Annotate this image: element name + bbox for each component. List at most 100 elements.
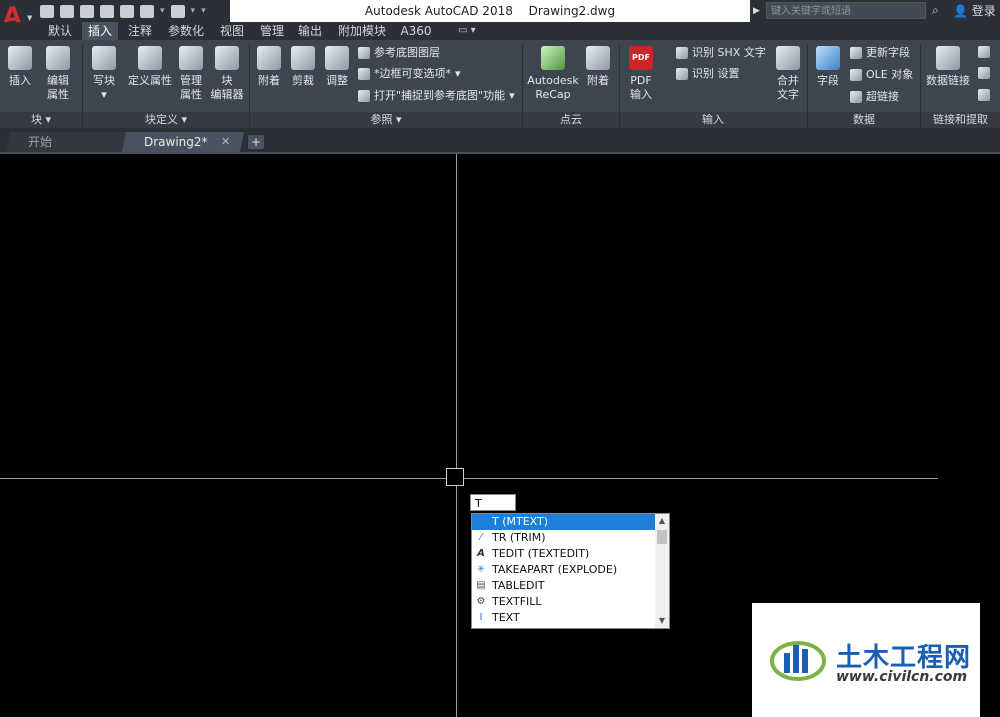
attach-point-cloud-button[interactable]: 附着 — [582, 46, 614, 88]
suggestion-trim[interactable]: ⁄ TR (TRIM) — [472, 530, 655, 546]
suggestion-text[interactable]: Ⅰ TEXT — [472, 610, 655, 626]
download-link-button[interactable] — [978, 89, 990, 101]
chevron-down-icon: ▾ — [509, 89, 515, 102]
panel-title-linking: 链接和提取 — [933, 113, 988, 126]
command-suggestion-list: T (MTEXT) ⁄ TR (TRIM) A TEDIT (TEXTEDIT)… — [471, 513, 670, 629]
insert-block-icon — [8, 46, 32, 70]
recognize-settings-icon — [676, 68, 688, 80]
tab-parametric[interactable]: 参数化 — [162, 22, 210, 40]
chevron-down-icon: ▾ — [455, 67, 461, 80]
adjust-button[interactable]: 调整 — [322, 46, 352, 88]
pdf-import-button[interactable]: PDF PDF 输入 — [624, 46, 658, 102]
data-link-button[interactable]: 数据链接 — [924, 46, 972, 88]
redo-dropdown-icon[interactable]: ▾ — [191, 6, 196, 16]
panel-title-reference[interactable]: 参照 ▾ — [250, 112, 522, 128]
download-link-icon — [978, 89, 990, 101]
suggestion-mtext[interactable]: T (MTEXT) — [472, 514, 655, 530]
tab-manage[interactable]: 管理 — [254, 22, 290, 40]
shx-recognize-icon — [676, 47, 688, 59]
tab-output[interactable]: 输出 — [292, 22, 328, 40]
recognize-settings-button[interactable]: 识别 设置 — [676, 67, 740, 81]
sign-in-label: 登录 — [971, 4, 996, 18]
undo-icon[interactable] — [140, 4, 154, 18]
edit-attribute-icon — [46, 46, 70, 70]
extract-data-button[interactable] — [978, 46, 990, 58]
tab-annotate[interactable]: 注释 — [120, 22, 160, 40]
binoculars-icon[interactable]: ⌕ — [932, 3, 946, 17]
chevron-down-icon: ▾ — [101, 88, 107, 101]
tab-view[interactable]: 视图 — [212, 22, 252, 40]
hyperlink-button[interactable]: 超链接 — [850, 90, 899, 104]
panel-title-block[interactable]: 块 ▾ — [0, 112, 82, 128]
tab-addins[interactable]: 附加模块 — [334, 22, 390, 40]
tab-a360[interactable]: A360 — [394, 22, 438, 40]
explode-icon: ✳ — [476, 564, 486, 575]
close-icon[interactable]: ✕ — [221, 132, 230, 152]
ole-object-button[interactable]: OLE 对象 — [850, 68, 913, 82]
recognize-shx-text-button[interactable]: 识别 SHX 文字 — [676, 46, 766, 60]
watermark-url: www.civilcn.com — [836, 669, 968, 685]
cursor-pickbox — [446, 468, 464, 486]
document-tab-bar: 开始 Drawing2* ✕ — [0, 128, 1000, 154]
scroll-up-icon[interactable]: ▲ — [655, 514, 669, 528]
panel-divider — [920, 44, 921, 128]
snap-underlay-icon — [358, 90, 370, 102]
scroll-down-icon[interactable]: ▼ — [655, 614, 669, 628]
tab-insert[interactable]: 插入 — [82, 22, 118, 40]
doc-tab-drawing2[interactable]: Drawing2* ✕ — [121, 132, 245, 152]
scrollbar-thumb[interactable] — [657, 530, 667, 544]
panel-divider — [82, 44, 83, 128]
suggestion-tabledit[interactable]: ▤ TABLEDIT — [472, 578, 655, 594]
underlay-layers-icon — [358, 47, 370, 59]
suggestion-textedit[interactable]: A TEDIT (TEXTEDIT) — [472, 546, 655, 562]
clip-button[interactable]: 剪裁 — [288, 46, 318, 88]
trim-icon: ⁄ — [480, 532, 482, 543]
print-icon[interactable] — [120, 4, 134, 18]
extract-data-icon — [978, 46, 990, 58]
tab-default[interactable]: 默认 — [40, 22, 80, 40]
sign-in-button[interactable]: 👤 登录 — [953, 2, 996, 19]
open-folder-icon[interactable] — [60, 4, 74, 18]
block-editor-icon — [215, 46, 239, 70]
save-as-icon[interactable] — [100, 4, 114, 18]
write-block-button[interactable]: 写块 ▾ — [88, 46, 120, 102]
command-input[interactable]: T — [470, 494, 516, 511]
document-name: Drawing2.dwg — [528, 4, 616, 18]
new-tab-button[interactable]: + — [248, 135, 264, 149]
ole-object-icon — [850, 69, 862, 81]
suggestion-textfill[interactable]: ⚙ TEXTFILL — [472, 594, 655, 610]
field-button[interactable]: 字段 — [812, 46, 844, 88]
search-input[interactable]: 键入关键字或短语 — [766, 2, 926, 19]
autodesk-recap-button[interactable]: Autodesk ReCap — [527, 46, 579, 102]
define-attribute-button[interactable]: 定义属性 — [126, 46, 174, 88]
block-editor-button[interactable]: 块 编辑器 — [208, 46, 246, 102]
panel-title-block-definition[interactable]: 块定义 ▾ — [83, 112, 249, 128]
ribbon-options-icon[interactable]: ▭ ▾ — [458, 22, 476, 40]
write-block-icon — [92, 46, 116, 70]
frame-variable-dropdown[interactable]: *边框可变选项* ▾ — [358, 67, 461, 81]
search-expand-icon[interactable]: ▶ — [753, 3, 763, 19]
redo-icon[interactable] — [170, 4, 185, 18]
app-name: Autodesk AutoCAD 2018 — [364, 4, 513, 18]
adjust-icon — [325, 46, 349, 70]
new-file-icon[interactable] — [40, 4, 54, 18]
pdf-icon: PDF — [629, 46, 653, 70]
undo-dropdown-icon[interactable]: ▾ — [160, 6, 165, 16]
upload-link-button[interactable] — [978, 67, 990, 79]
tabledit-icon: ▤ — [476, 580, 486, 591]
attach-reference-button[interactable]: 附着 — [254, 46, 284, 88]
panel-divider — [619, 44, 620, 128]
customize-toolbar-icon[interactable]: ▾ — [201, 6, 206, 16]
insert-block-button[interactable]: 插入 — [4, 46, 36, 88]
doc-tab-start[interactable]: 开始 — [5, 132, 131, 152]
snap-to-underlay-dropdown[interactable]: 打开"捕捉到参考底图"功能 ▾ — [358, 89, 515, 103]
manage-attributes-button[interactable]: 管理 属性 — [176, 46, 206, 102]
data-link-icon — [936, 46, 960, 70]
suggestion-explode[interactable]: ✳ TAKEAPART (EXPLODE) — [472, 562, 655, 578]
update-fields-button[interactable]: 更新字段 — [850, 46, 910, 60]
underlay-layers-button[interactable]: 参考底图图层 — [358, 46, 440, 60]
edit-attribute-button[interactable]: 编辑 属性 — [40, 46, 76, 102]
panel-title-data: 数据 — [853, 113, 875, 126]
save-icon[interactable] — [80, 4, 94, 18]
combine-text-button[interactable]: 合并 文字 — [772, 46, 804, 102]
